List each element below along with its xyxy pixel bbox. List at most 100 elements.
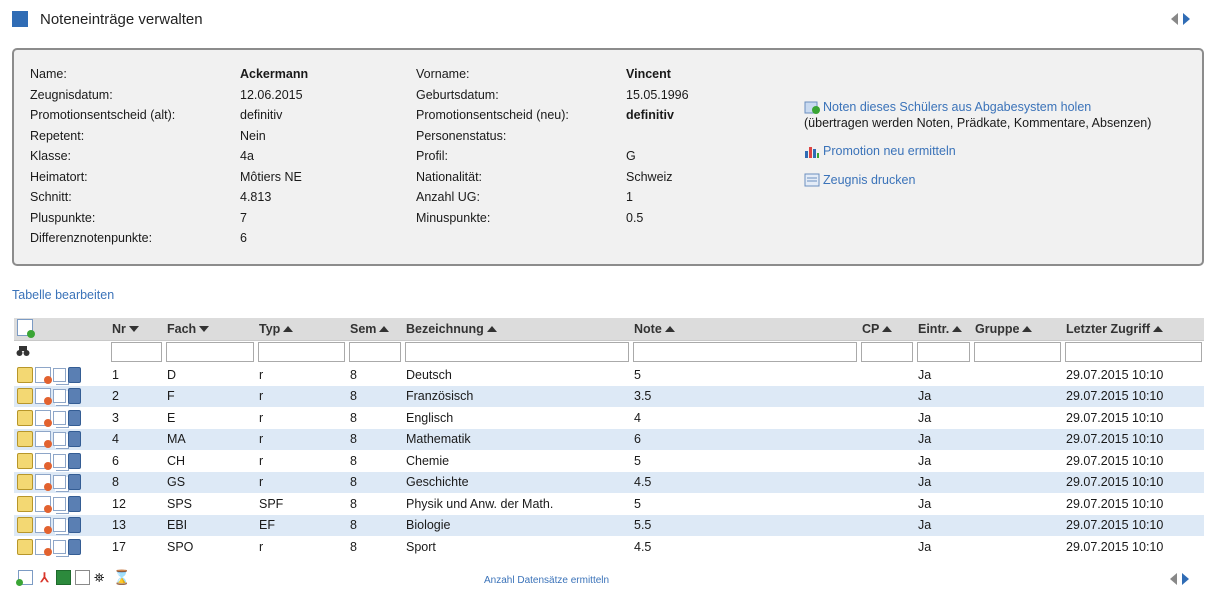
table-row[interactable]: 6 CH r 8 Chemie 5 Ja 29.07.2015 10:10 xyxy=(14,450,1204,472)
next-arrow-icon[interactable] xyxy=(1183,13,1190,25)
row-actions xyxy=(14,428,109,450)
column-header[interactable]: Letzter Zugriff xyxy=(1063,318,1204,341)
filter-search-icon[interactable] xyxy=(14,340,109,364)
filter-input[interactable] xyxy=(861,342,913,363)
next-page-icon[interactable] xyxy=(1182,573,1189,585)
pdf-icon[interactable] xyxy=(35,452,52,470)
prev-arrow-icon[interactable] xyxy=(1171,13,1178,25)
column-header[interactable]: Bezeichnung xyxy=(403,318,631,341)
edit-icon[interactable] xyxy=(17,452,33,469)
book-icon[interactable] xyxy=(68,388,81,405)
edit-table-link[interactable]: Tabelle bearbeiten xyxy=(12,288,114,302)
edit-icon[interactable] xyxy=(17,366,33,383)
pdf-icon[interactable] xyxy=(35,517,52,535)
column-header[interactable]: Fach xyxy=(164,318,256,341)
add-record-icon[interactable] xyxy=(16,570,33,586)
table-cell xyxy=(972,407,1063,429)
edit-icon[interactable] xyxy=(17,388,33,405)
pdf-icon[interactable] xyxy=(35,495,52,513)
filter-input[interactable] xyxy=(111,342,162,363)
book-icon[interactable] xyxy=(68,517,81,534)
book-icon[interactable] xyxy=(68,495,81,512)
count-records-link[interactable]: Anzahl Datensätze ermitteln xyxy=(484,575,609,586)
hourglass-icon[interactable]: ⌛ xyxy=(113,570,130,585)
pdf-icon[interactable] xyxy=(35,388,52,406)
info-label: Geburtsdatum: xyxy=(416,87,499,102)
filter-cell xyxy=(164,340,256,364)
info-value: 4a xyxy=(240,149,254,163)
edit-icon[interactable] xyxy=(17,538,33,555)
table-cell: Mathematik xyxy=(403,428,631,450)
pdf-icon[interactable] xyxy=(35,366,52,384)
copy-icon[interactable] xyxy=(53,367,66,382)
student-info-panel: Noten dieses Schülers aus Abgabesystem h… xyxy=(12,48,1204,266)
edit-icon[interactable] xyxy=(17,431,33,448)
copy-icon[interactable] xyxy=(53,453,66,468)
column-header[interactable]: Typ xyxy=(256,318,347,341)
book-icon[interactable] xyxy=(68,474,81,491)
filter-input[interactable] xyxy=(1065,342,1202,363)
excel-export-icon[interactable] xyxy=(56,570,71,585)
table-row[interactable]: 12 SPS SPF 8 Physik und Anw. der Math. 5 Ja 29.… xyxy=(14,493,1204,515)
filter-input[interactable] xyxy=(405,342,629,363)
copy-icon[interactable] xyxy=(53,496,66,511)
table-cell xyxy=(859,493,915,515)
table-cell: 3 xyxy=(109,407,164,429)
column-header[interactable]: CP xyxy=(859,318,915,341)
copy-icon[interactable] xyxy=(53,539,66,554)
filter-input[interactable] xyxy=(258,342,345,363)
table-cell: Ja xyxy=(915,514,972,536)
prev-page-icon[interactable] xyxy=(1170,573,1177,585)
info-value: 4.813 xyxy=(240,190,272,204)
table-row[interactable]: 8 GS r 8 Geschichte 4.5 Ja 29.07.2015 10:10 xyxy=(14,471,1204,493)
copy-icon[interactable] xyxy=(53,389,66,404)
filter-input[interactable] xyxy=(166,342,254,363)
info-label: Repetent: xyxy=(30,128,85,143)
copy-icon[interactable] xyxy=(53,410,66,425)
book-icon[interactable] xyxy=(68,366,81,383)
info-label: Anzahl UG: xyxy=(416,190,480,204)
table-row[interactable]: 3 Er 8 Englisch 4 Ja 29.07.2015 10:10 xyxy=(14,407,1204,429)
info-value: 15.05.1996 xyxy=(626,87,689,102)
table-row[interactable]: 2 Fr 8 Französisch 3.5 Ja 29.07.2015 10:10 xyxy=(14,385,1204,407)
column-header[interactable]: Nr xyxy=(109,318,164,341)
filter-input[interactable] xyxy=(974,342,1061,363)
table-cell: 6 xyxy=(631,428,859,450)
book-icon[interactable] xyxy=(68,452,81,469)
pdf-icon[interactable] xyxy=(35,474,52,492)
copy-icon[interactable] xyxy=(53,475,66,490)
edit-icon[interactable] xyxy=(17,409,33,426)
edit-icon[interactable] xyxy=(17,474,33,491)
promotion-link[interactable]: Promotion neu ermitteln xyxy=(804,144,1204,159)
fetch-grades-link[interactable]: Noten dieses Schülers aus Abgabesystem h… xyxy=(804,100,1204,115)
column-header[interactable]: Gruppe xyxy=(972,318,1063,341)
filter-input[interactable] xyxy=(633,342,857,363)
filter-input[interactable] xyxy=(917,342,970,363)
column-header[interactable]: Note xyxy=(631,318,859,341)
column-header[interactable]: Eintr. xyxy=(915,318,972,341)
pdf-export-icon[interactable]: ⅄ xyxy=(37,570,52,585)
book-icon[interactable] xyxy=(68,431,81,448)
copy-icon[interactable] xyxy=(53,518,66,533)
pdf-icon[interactable] xyxy=(35,431,52,449)
table-row[interactable]: 13 EBI EF 8 Biologie 5.5 Ja 29.07.2015 10:10 xyxy=(14,514,1204,536)
table-row[interactable]: 17 SPO r 8 Sport 4.5 Ja 29.07.2015 10:10 xyxy=(14,536,1204,558)
table-cell: SPO xyxy=(164,536,256,558)
book-icon[interactable] xyxy=(68,538,81,555)
pdf-icon[interactable] xyxy=(35,409,52,427)
binoculars-icon[interactable]: ⛯ xyxy=(94,570,109,585)
copy-icon[interactable] xyxy=(53,432,66,447)
blank-document-icon[interactable] xyxy=(75,570,90,585)
add-row-button[interactable] xyxy=(14,318,109,341)
print-report-link[interactable]: Zeugnis drucken xyxy=(804,173,1204,188)
edit-icon[interactable] xyxy=(17,517,33,534)
column-header[interactable]: Sem xyxy=(347,318,403,341)
edit-icon[interactable] xyxy=(17,495,33,512)
pdf-icon[interactable] xyxy=(35,538,52,556)
filter-input[interactable] xyxy=(349,342,401,363)
table-cell: Sport xyxy=(403,536,631,558)
table-row[interactable]: 4 MA r 8 Mathematik 6 Ja 29.07.2015 10:10 xyxy=(14,428,1204,450)
book-icon[interactable] xyxy=(68,409,81,426)
row-actions xyxy=(14,385,109,407)
table-row[interactable]: 1 Dr 8 Deutsch 5 Ja 29.07.2015 10:10 xyxy=(14,364,1204,386)
